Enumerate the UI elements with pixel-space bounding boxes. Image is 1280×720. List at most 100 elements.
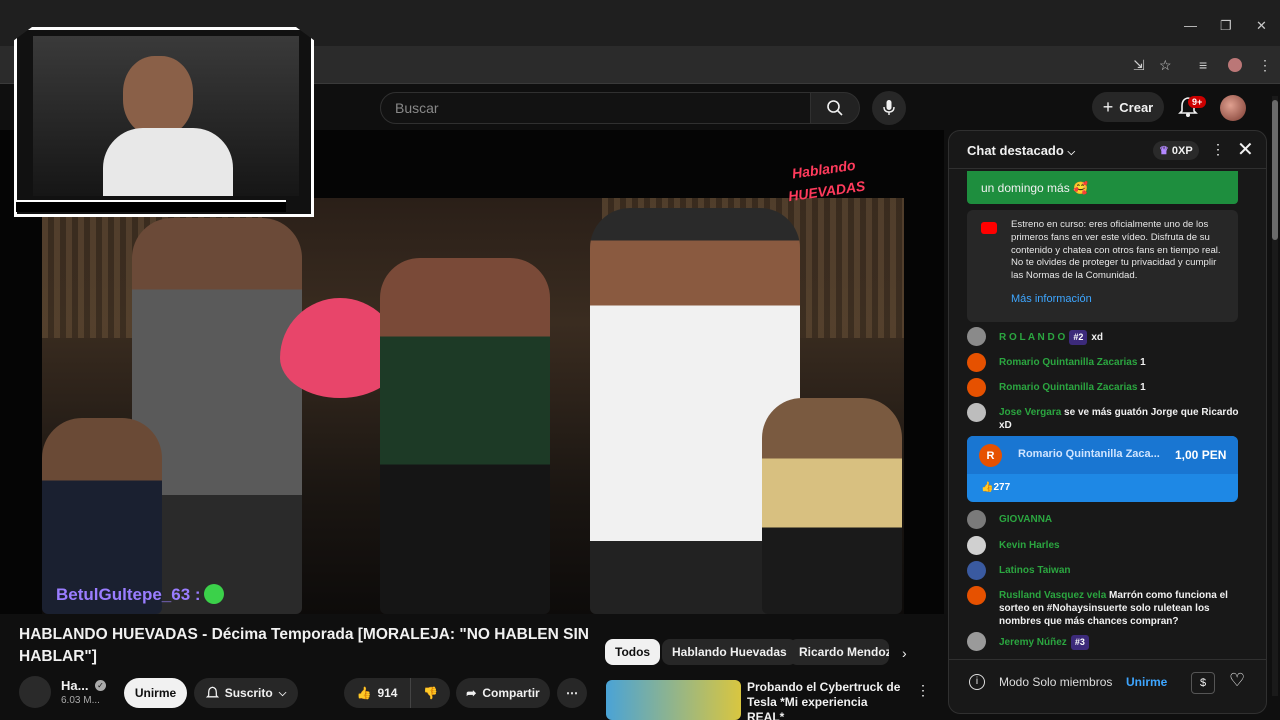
chat-author-avatar xyxy=(967,403,986,422)
share-button[interactable]: ➦ Compartir xyxy=(456,678,550,708)
channel-watermark: Hablando HUEVADAS xyxy=(787,156,867,205)
chevron-down-icon: ⌵ xyxy=(1067,147,1076,158)
chat-message-body: Jose Vergara se ve más guatón Jorge que … xyxy=(999,406,1245,432)
chat-message-body: Kevin Harles xyxy=(999,539,1245,552)
super-chat-author: Romario Quintanilla Zaca... xyxy=(1018,448,1160,460)
notice-text: Estreno en curso: eres oficialmente uno … xyxy=(1011,219,1221,282)
chat-header: Chat destacado ⌵ ♛ 0XP ⋮ ✕ xyxy=(949,131,1266,169)
thumbs-down-icon: 👎 xyxy=(423,686,438,700)
chip-hablando-huevadas[interactable]: Hablando Huevadas xyxy=(662,639,797,665)
webcam-frame-bar xyxy=(16,200,286,212)
join-button[interactable]: Unirme xyxy=(124,678,187,708)
chat-author-avatar xyxy=(967,327,986,346)
search-icon xyxy=(827,100,843,116)
chat-author-name: Jeremy Núñez xyxy=(999,637,1067,648)
video-frame xyxy=(42,198,904,614)
more-actions-button[interactable]: ⋯ xyxy=(557,678,587,708)
super-chat[interactable]: R Romario Quintanilla Zaca... 1,00 PEN 👍… xyxy=(967,436,1238,502)
media-icon[interactable]: ≡ xyxy=(1199,57,1207,73)
super-chat-avatar: R xyxy=(979,444,1002,467)
super-chat-amount: 1,00 PEN xyxy=(1175,448,1227,462)
chat-author-avatar xyxy=(967,536,986,555)
audience-right xyxy=(762,398,902,614)
overlay-emoji-icon xyxy=(204,584,224,604)
super-chat-likes[interactable]: 👍277 xyxy=(981,482,1010,493)
video-title: HABLANDO HUEVADAS - Décima Temporada [MO… xyxy=(19,626,589,665)
heart-icon[interactable]: ♡ xyxy=(1229,670,1245,691)
chat-close-icon[interactable]: ✕ xyxy=(1237,137,1254,162)
chat-author-name: R O L A N D O xyxy=(999,332,1066,343)
chat-message-text: 1 xyxy=(1140,357,1146,368)
xp-badge[interactable]: ♛ 0XP xyxy=(1153,141,1199,160)
chat-author-name: Ruslland Vasquez vela xyxy=(999,590,1107,601)
subscriber-count: 6.03 M... xyxy=(61,695,100,706)
subscribed-button[interactable]: Suscrito ⌵ xyxy=(194,678,298,708)
recommended-thumbnail[interactable] xyxy=(606,680,741,720)
share-icon: ➦ xyxy=(466,686,477,700)
premiere-notice: Estreno en curso: eres oficialmente uno … xyxy=(967,210,1238,322)
members-join-link[interactable]: Unirme xyxy=(1126,675,1167,689)
chevron-down-icon: ⌵ xyxy=(278,687,287,699)
chat-message-text: 1 xyxy=(1140,382,1146,393)
more-info-link[interactable]: Más información xyxy=(1011,293,1092,306)
like-count: 914 xyxy=(377,686,398,700)
chat-message-text: xd xyxy=(1091,332,1103,343)
chat-author-avatar xyxy=(967,632,986,651)
pinned-message: un domingo más 🥰 xyxy=(967,171,1238,204)
chat-mode-selector[interactable]: Chat destacado ⌵ xyxy=(967,143,1075,158)
member-badge: #3 xyxy=(1070,635,1089,650)
chat-author-avatar xyxy=(967,561,986,580)
chat-author-name: Romario Quintanilla Zacarias xyxy=(999,357,1138,368)
chat-message-body: Romario Quintanilla Zacarias 1 xyxy=(999,356,1245,369)
youtube-logo-icon xyxy=(981,222,997,234)
chat-scrollbar-thumb[interactable] xyxy=(1272,100,1278,240)
account-avatar[interactable] xyxy=(1220,95,1246,121)
crown-icon: ♛ xyxy=(1159,145,1169,157)
member-badge: #2 xyxy=(1069,330,1088,345)
chat-author-name: Latinos Taiwan xyxy=(999,565,1071,576)
chat-author-name: GIOVANNA xyxy=(999,514,1053,525)
chat-message-body: GIOVANNA xyxy=(999,513,1245,526)
recommended-menu-icon[interactable]: ⋮ xyxy=(916,682,930,699)
close-window-icon[interactable]: ✕ xyxy=(1256,18,1267,34)
chat-message-body: Jeremy Núñez #3 xyxy=(999,635,1245,650)
voice-search-button[interactable] xyxy=(872,91,906,125)
share-label: Compartir xyxy=(482,686,540,700)
chevron-right-icon[interactable]: › xyxy=(902,645,907,661)
thumbs-up-icon: 👍 xyxy=(356,686,372,700)
chip-todos[interactable]: Todos xyxy=(605,639,661,665)
restore-icon[interactable]: ❐ xyxy=(1220,18,1232,34)
create-label: Crear xyxy=(1119,99,1154,115)
chat-message-body: Romario Quintanilla Zacarias 1 xyxy=(999,381,1245,394)
dislike-button[interactable]: 👎 xyxy=(410,678,450,708)
bookmark-star-icon[interactable]: ☆ xyxy=(1159,57,1172,74)
chat-message-body: Ruslland Vasquez vela Marrón como funcio… xyxy=(999,589,1245,628)
live-chat-panel: Chat destacado ⌵ ♛ 0XP ⋮ ✕ un domingo más… xyxy=(948,130,1267,714)
thumbs-up-icon: 👍 xyxy=(981,482,994,493)
chat-author-name: Kevin Harles xyxy=(999,540,1060,551)
create-button[interactable]: + Crear xyxy=(1092,92,1164,122)
chat-author-avatar xyxy=(967,586,986,605)
super-chat-icon[interactable]: $ xyxy=(1191,672,1215,694)
chip-ricardo-mendoza[interactable]: Ricardo Mendoza xyxy=(789,639,889,665)
chat-message-body: Latinos Taiwan xyxy=(999,564,1245,577)
chat-author-avatar xyxy=(967,353,986,372)
recommended-title[interactable]: Probando el Cybertruck de Tesla *Mi expe… xyxy=(747,680,907,720)
minimize-icon[interactable]: — xyxy=(1184,18,1197,33)
webcam-overlay xyxy=(14,27,314,217)
bell-icon xyxy=(205,686,219,698)
browser-menu-icon[interactable]: ⋮ xyxy=(1258,57,1272,74)
chat-author-name: Jose Vergara xyxy=(999,407,1062,418)
chat-message-body: R O L A N D O #2 xd xyxy=(999,330,1245,345)
install-icon[interactable]: ⇲ xyxy=(1133,57,1145,74)
search-button[interactable] xyxy=(810,92,860,124)
like-button[interactable]: 👍 914 xyxy=(344,678,410,708)
info-icon[interactable]: i xyxy=(969,674,985,690)
verified-icon: ✓ xyxy=(95,680,106,691)
channel-avatar[interactable] xyxy=(19,676,51,708)
profile-icon[interactable] xyxy=(1228,58,1242,72)
chat-menu-icon[interactable]: ⋮ xyxy=(1211,141,1225,158)
channel-name[interactable]: Ha... xyxy=(61,678,88,693)
search-input[interactable]: Buscar xyxy=(380,92,811,124)
chat-author-avatar xyxy=(967,378,986,397)
